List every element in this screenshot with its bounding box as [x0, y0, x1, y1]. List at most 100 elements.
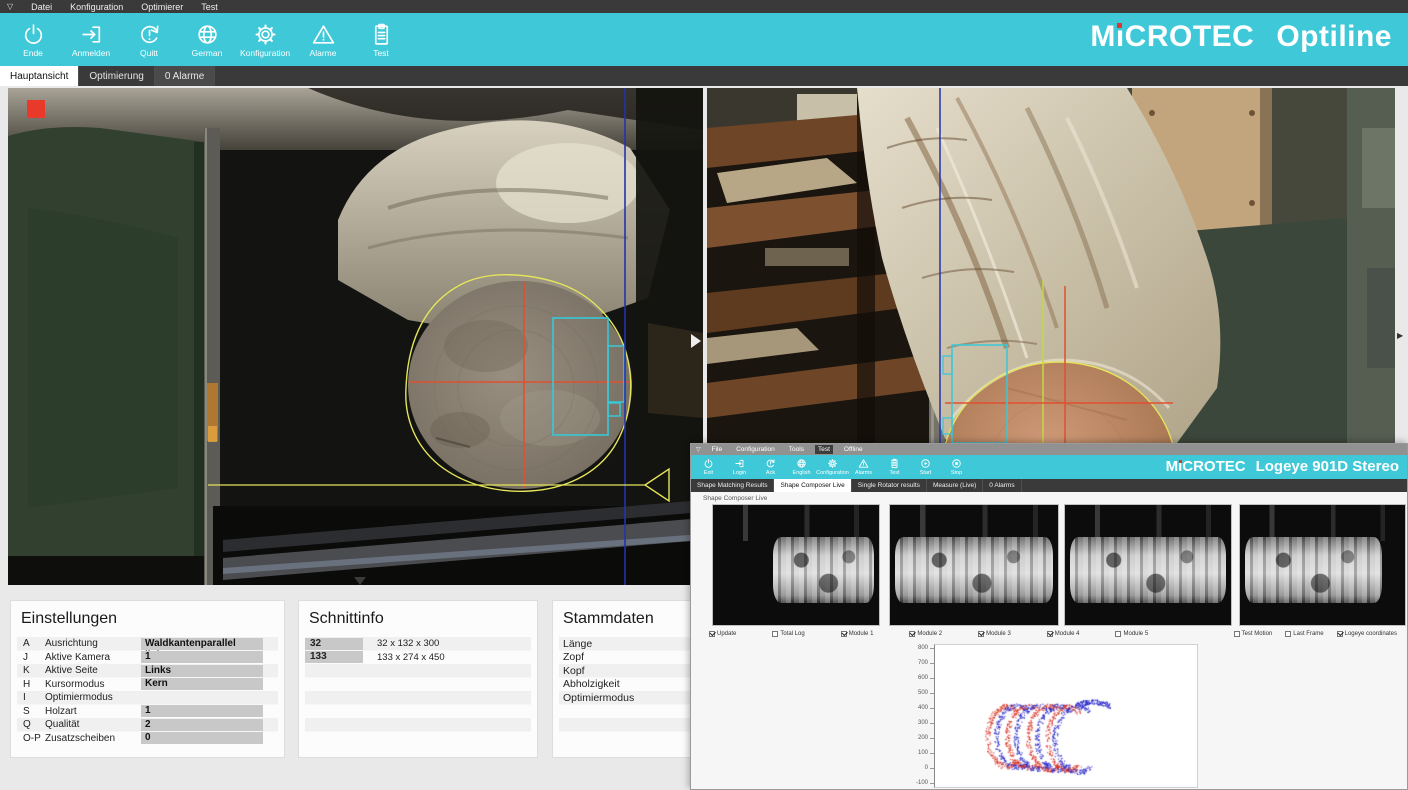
toolbar-icon — [313, 26, 333, 43]
window-system-icon[interactable]: ▽ — [696, 446, 701, 453]
display-options-left: Update Total Log Module 1 Module — [709, 631, 1148, 637]
checkbox[interactable]: Test Motion — [1234, 631, 1273, 637]
camera-view-left[interactable] — [8, 88, 703, 585]
module-camera-image — [1064, 504, 1232, 626]
cut-thickness: 32 — [305, 638, 363, 650]
main-tab[interactable]: Hauptansicht — [0, 66, 79, 86]
y-tick-label: 800 — [901, 641, 931, 656]
scatter-y-axis-labels: 8007006005004003002001000-100 — [901, 641, 931, 790]
menu-datei[interactable]: Datei — [31, 2, 52, 12]
logeye-tab[interactable]: Shape Composer Live — [774, 479, 851, 492]
toolbar-button-label: Anmelden — [72, 49, 110, 58]
toolbar-button[interactable]: Konfiguration — [236, 15, 294, 65]
logeye-tab[interactable]: Single Rotator results — [852, 479, 927, 492]
toolbar-button-label: Quitt — [140, 49, 158, 58]
cut-dimensions: 32 x 132 x 300 — [363, 638, 439, 649]
checkbox-box-icon — [1337, 631, 1343, 637]
menu-test[interactable]: Test — [201, 2, 218, 12]
checkbox-label: Module 4 — [1055, 631, 1080, 637]
checkbox[interactable]: Update — [709, 631, 736, 637]
toolbar-button[interactable]: German — [178, 15, 236, 65]
toolbar-button[interactable]: Stop — [941, 456, 972, 478]
cut-row: 32 32 x 132 x 300 — [305, 637, 531, 651]
toolbar-button[interactable]: Configuration — [817, 456, 848, 478]
menu-offline[interactable]: Offline — [841, 445, 866, 454]
main-tab[interactable]: 0 Alarme — [155, 66, 215, 86]
setting-label: Holzart — [45, 706, 141, 717]
menu-test[interactable]: Test — [815, 445, 833, 454]
log-data-label: Optimiermodus — [563, 692, 634, 704]
main-tab[interactable]: Optimierung — [79, 66, 154, 86]
checkbox[interactable]: Last Frame — [1285, 631, 1323, 637]
toolbar-button[interactable]: Ack — [755, 456, 786, 478]
toolbar-button-label: German — [192, 49, 223, 58]
logeye-toolbar: Exit Login Ack English — [691, 455, 1407, 479]
checkbox-label: Last Frame — [1293, 631, 1323, 637]
toolbar-button[interactable]: Test — [879, 456, 910, 478]
checkbox[interactable]: Module 4 — [1047, 631, 1080, 637]
logeye-content: Shape Composer Live — [691, 492, 1407, 789]
setting-label: Optimiermodus — [45, 692, 141, 703]
y-tick-label: 0 — [901, 761, 931, 776]
checkbox-label: Module 1 — [849, 631, 874, 637]
checkbox[interactable]: Module 1 — [841, 631, 874, 637]
checkbox-label: Module 5 — [1123, 631, 1148, 637]
log-data-row: Optimiermodus — [559, 691, 695, 705]
checkbox[interactable]: Total Log — [772, 631, 804, 637]
checkbox-box-icon — [1285, 631, 1291, 637]
settings-row: S Holzart 1 — [17, 705, 278, 719]
logeye-tab[interactable]: Measure (Live) — [927, 479, 983, 492]
hotkey-label: K — [17, 665, 45, 676]
log-data-label: Abholzigkeit — [563, 678, 620, 690]
logeye-tab[interactable]: Shape Matching Results — [691, 479, 774, 492]
toolbar-button[interactable]: Exit — [693, 456, 724, 478]
window-system-icon[interactable]: ▽ — [7, 2, 13, 11]
setting-value: 1 — [141, 705, 263, 717]
log-data-row: Abholzigkeit — [559, 678, 695, 692]
settings-row: J Aktive Kamera 1 — [17, 651, 278, 665]
toolbar-button[interactable]: Quitt — [120, 15, 178, 65]
checkbox[interactable]: Module 3 — [978, 631, 1011, 637]
toolbar-button[interactable]: Test — [352, 15, 410, 65]
checkbox[interactable]: Module 5 — [1115, 631, 1148, 637]
toolbar-icon — [705, 459, 712, 467]
toolbar-button[interactable]: Start — [910, 456, 941, 478]
main-tabbar: Hauptansicht Optimierung 0 Alarme — [0, 66, 1408, 86]
checkbox[interactable]: Logeye coordinates — [1337, 631, 1397, 637]
logeye-tab[interactable]: 0 Alarms — [983, 479, 1021, 492]
menu-optimierer[interactable]: Optimierer — [141, 2, 183, 12]
checkbox-label: Test Motion — [1242, 631, 1273, 637]
toolbar-icon — [375, 24, 386, 43]
setting-label: Kursormodus — [45, 679, 141, 690]
toolbar-button[interactable]: English — [786, 456, 817, 478]
setting-label: Zusatzscheiben — [45, 733, 141, 744]
recording-indicator-square — [27, 100, 45, 118]
panel-title: Schnittinfo — [309, 610, 537, 628]
toolbar-button-label: Test — [373, 49, 389, 58]
log-data-row: Zopf — [559, 651, 695, 665]
settings-row: Q Qualität 2 — [17, 718, 278, 732]
checkbox[interactable]: Module 2 — [909, 631, 942, 637]
setting-value: 1 — [141, 651, 263, 663]
toolbar-button[interactable]: Alarme — [294, 15, 352, 65]
right-arrow-marker[interactable]: ▶ — [1397, 331, 1403, 340]
checkbox-label: Module 2 — [917, 631, 942, 637]
panel-einstellungen: Einstellungen A Ausrichtung Waldkantenpa… — [10, 600, 285, 758]
toolbar-button[interactable]: Anmelden — [62, 15, 120, 65]
panel-title: Stammdaten — [563, 610, 701, 628]
toolbar-button[interactable]: Alarms — [848, 456, 879, 478]
toolbar-button[interactable]: Login — [724, 456, 755, 478]
menu-configuration[interactable]: Configuration — [733, 445, 778, 454]
setting-value — [141, 692, 263, 704]
log-data-label: Kopf — [563, 665, 585, 677]
checkbox-box-icon — [1234, 631, 1240, 637]
toolbar-button[interactable]: Ende — [4, 15, 62, 65]
y-tick-label: 700 — [901, 656, 931, 671]
camera-view-right[interactable] — [707, 88, 1395, 443]
toolbar-button-label: Stop — [951, 470, 962, 476]
menu-konfiguration[interactable]: Konfiguration — [70, 2, 123, 12]
panel-stammdaten: Stammdaten Länge Zopf Kopf Abholzigkeit — [552, 600, 702, 758]
menu-tools[interactable]: Tools — [786, 445, 807, 454]
menu-file[interactable]: File — [709, 445, 725, 454]
checkbox-box-icon — [1047, 631, 1053, 637]
